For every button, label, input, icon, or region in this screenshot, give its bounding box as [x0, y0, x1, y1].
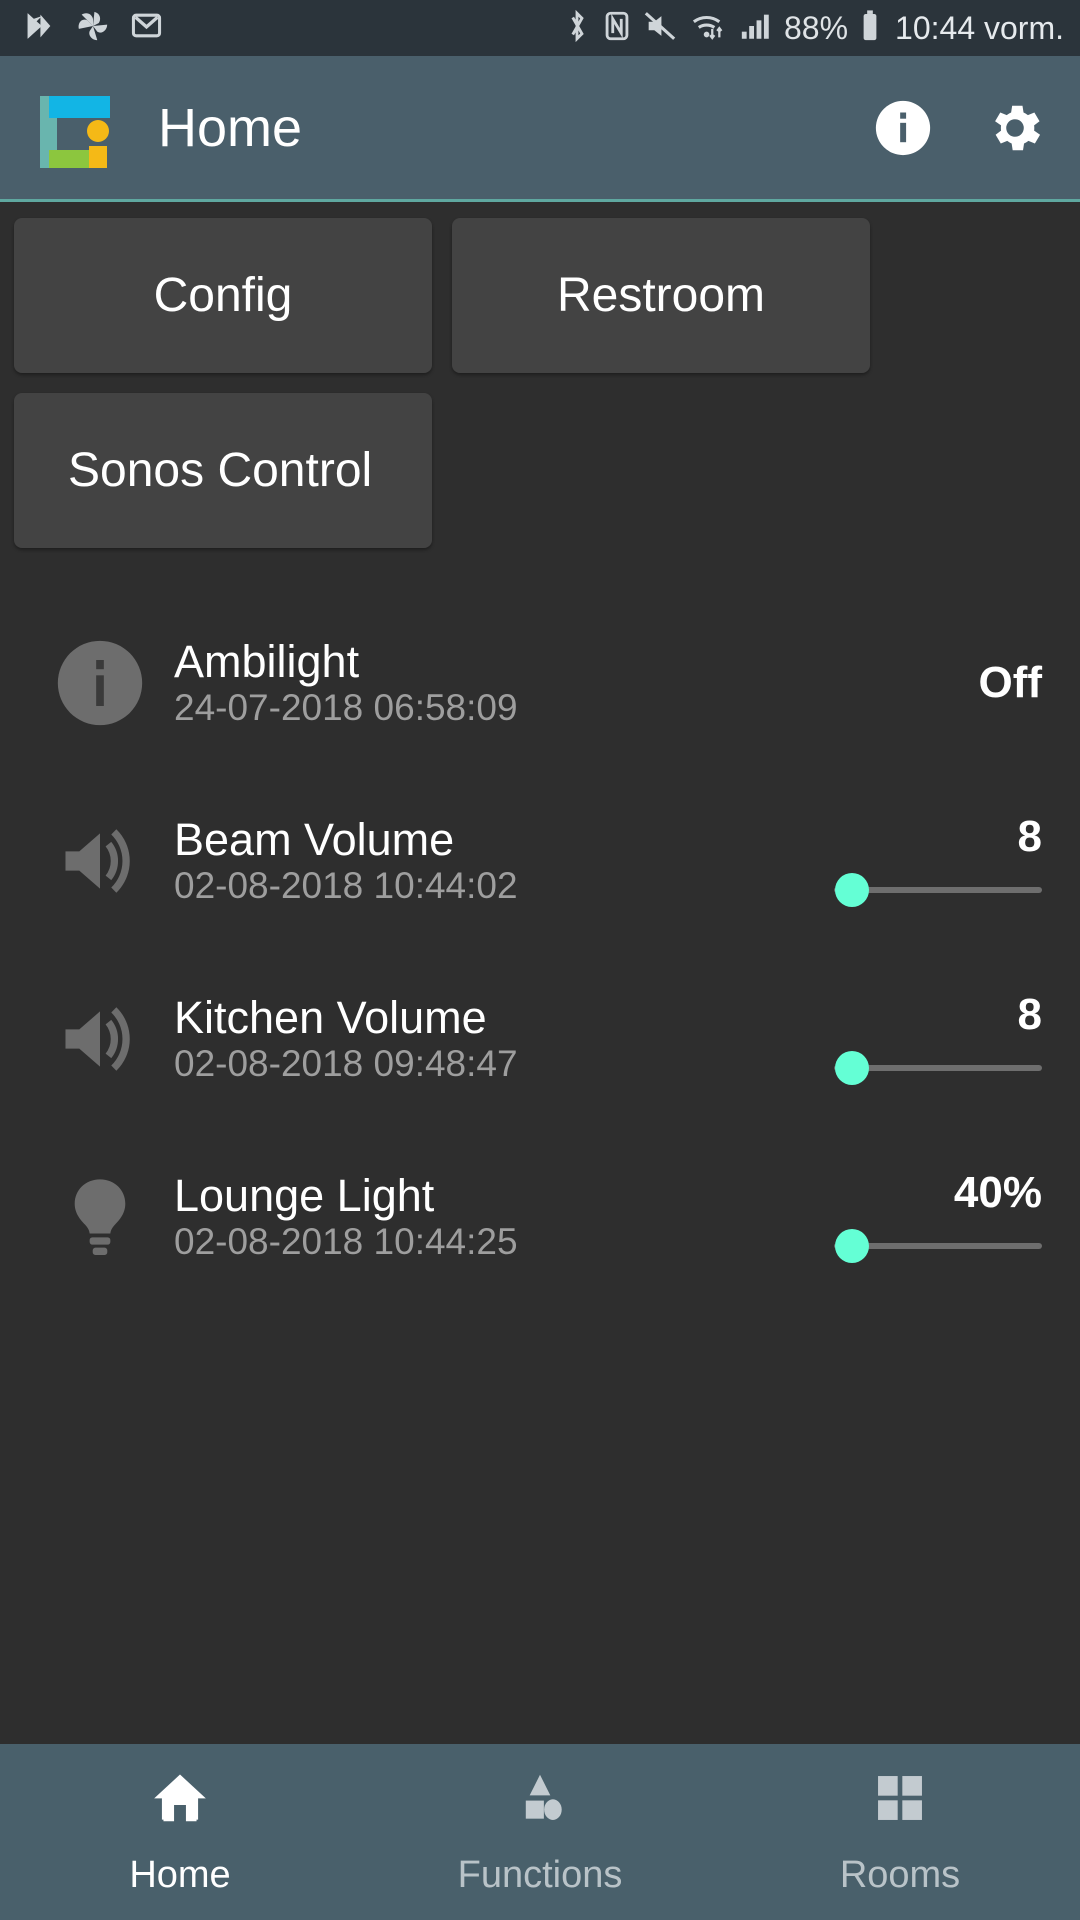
row-value: 40%	[953, 1168, 1042, 1217]
row-value: 8	[1017, 990, 1042, 1039]
row-title: Kitchen Volume	[174, 991, 487, 1043]
gmail-icon	[130, 9, 163, 47]
tasker-check-icon	[22, 9, 56, 48]
device-list: Ambilight 24-07-2018 06:58:09 Off Beam V…	[14, 594, 1066, 1306]
row-value: 8	[1017, 812, 1042, 861]
slider-thumb[interactable]	[835, 873, 870, 907]
row-right: 40%	[712, 1171, 1042, 1263]
speaker-volume-icon	[48, 987, 152, 1091]
row-timestamp: 02-08-2018 09:48:47	[174, 1043, 518, 1085]
slider-thumb[interactable]	[835, 1051, 870, 1085]
shapes-icon	[509, 1767, 571, 1834]
home-icon	[149, 1767, 211, 1834]
row-title: Beam Volume	[174, 813, 455, 865]
nav-label: Functions	[457, 1854, 623, 1896]
nav-item-rooms[interactable]: Rooms	[720, 1767, 1080, 1897]
nav-item-functions[interactable]: Functions	[360, 1767, 720, 1897]
info-circle-icon	[48, 631, 152, 735]
slider-thumb[interactable]	[835, 1229, 870, 1263]
lightbulb-icon	[48, 1165, 152, 1269]
dimmer-slider[interactable]	[820, 1229, 1042, 1263]
row-text: Lounge Light 02-08-2018 10:44:25	[174, 1172, 712, 1262]
row-text: Kitchen Volume 02-08-2018 09:48:47	[174, 994, 712, 1084]
openhab-logo	[36, 88, 110, 168]
pinwheel-icon	[76, 9, 110, 48]
row-right: 8	[712, 815, 1042, 907]
row-kitchen-volume[interactable]: Kitchen Volume 02-08-2018 09:48:47 8	[14, 950, 1066, 1128]
status-bar: 88% 10:44 vorm.	[0, 0, 1080, 56]
signal-bars-icon	[739, 9, 773, 48]
row-title: Lounge Light	[174, 1169, 435, 1221]
wifi-data-icon	[688, 9, 728, 48]
tile-label: Sonos Control	[68, 444, 373, 497]
app-bar: Home	[0, 56, 1080, 202]
volume-slider[interactable]	[820, 1051, 1042, 1085]
status-bar-right-icons: 88% 10:44 vorm.	[563, 9, 1064, 48]
volume-slider[interactable]	[820, 873, 1042, 907]
gear-icon[interactable]	[984, 97, 1046, 159]
page-title: Home	[158, 97, 303, 158]
battery-percent-label: 88%	[783, 9, 849, 46]
nfc-icon	[602, 9, 632, 48]
nav-label: Rooms	[839, 1854, 961, 1896]
row-right: 8	[712, 993, 1042, 1085]
app-bar-actions	[872, 97, 1046, 159]
main-content: Config Restroom Sonos Control Ambilight …	[0, 202, 1080, 1744]
mute-icon	[643, 9, 677, 48]
row-lounge-light[interactable]: Lounge Light 02-08-2018 10:44:25 40%	[14, 1128, 1066, 1306]
row-title: Ambilight	[174, 635, 360, 687]
row-timestamp: 02-08-2018 10:44:25	[174, 1221, 518, 1263]
nav-label: Home	[129, 1854, 231, 1896]
status-bar-left-icons	[22, 9, 163, 48]
tile-grid: Config Restroom Sonos Control	[14, 218, 1066, 548]
row-value: Off	[978, 658, 1042, 707]
row-timestamp: 02-08-2018 10:44:02	[174, 865, 518, 907]
tile-sonos-control[interactable]: Sonos Control	[14, 393, 432, 548]
row-beam-volume[interactable]: Beam Volume 02-08-2018 10:44:02 8	[14, 772, 1066, 950]
nav-item-home[interactable]: Home	[0, 1767, 360, 1897]
bluetooth-icon	[563, 9, 591, 48]
grid-squares-icon	[869, 1767, 931, 1834]
tile-restroom[interactable]: Restroom	[452, 218, 870, 373]
row-text: Beam Volume 02-08-2018 10:44:02	[174, 816, 712, 906]
battery-icon	[859, 9, 881, 48]
status-bar-clock: 10:44 vorm.	[895, 9, 1064, 46]
row-right: Off	[712, 661, 1042, 705]
row-text: Ambilight 24-07-2018 06:58:09	[174, 638, 712, 728]
tile-label: Config	[153, 269, 293, 322]
bottom-navigation: Home Functions Rooms	[0, 1744, 1080, 1920]
app-screen: 88% 10:44 vorm. Home Config Restroom Son…	[0, 0, 1080, 1920]
row-timestamp: 24-07-2018 06:58:09	[174, 687, 518, 729]
tile-label: Restroom	[556, 269, 766, 322]
tile-config[interactable]: Config	[14, 218, 432, 373]
info-icon[interactable]	[872, 97, 934, 159]
speaker-volume-icon	[48, 809, 152, 913]
row-ambilight[interactable]: Ambilight 24-07-2018 06:58:09 Off	[14, 594, 1066, 772]
